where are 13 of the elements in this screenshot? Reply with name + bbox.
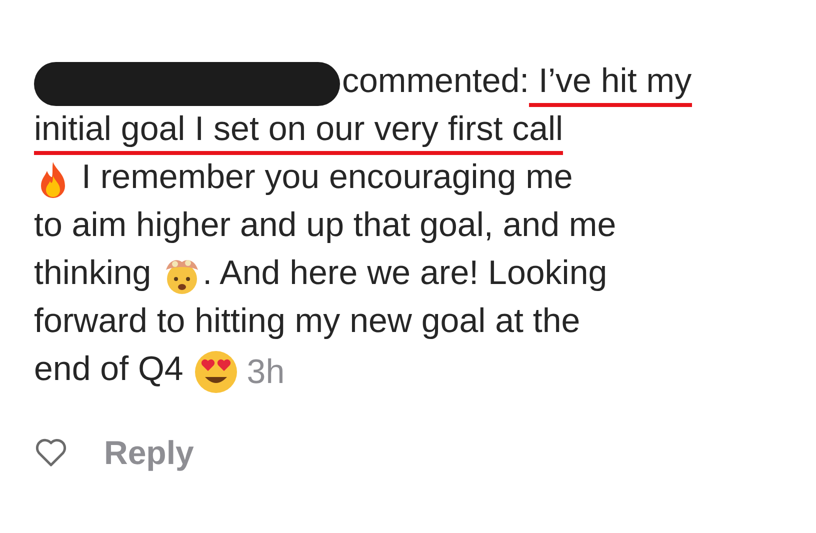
reply-button[interactable]: Reply: [104, 434, 194, 472]
comment-text: forward to hitting my new goal at the: [34, 302, 580, 342]
comment-text: thinking: [34, 254, 152, 294]
comment-text: commented:: [342, 62, 530, 102]
heart-icon[interactable]: [34, 438, 68, 468]
heart-eyes-icon: [192, 349, 239, 395]
comment-text: . And here we are! Looking: [202, 254, 608, 294]
comment-text: end of Q4: [34, 350, 184, 390]
comment-text: to aim higher and up that goal, and me: [34, 206, 616, 246]
comment-text: I remember you encouraging me: [80, 158, 573, 198]
timestamp: 3h: [246, 352, 285, 392]
comment-text: I’ve hit my: [529, 62, 692, 106]
comment-text: initial goal I set on our very first call: [34, 110, 564, 154]
